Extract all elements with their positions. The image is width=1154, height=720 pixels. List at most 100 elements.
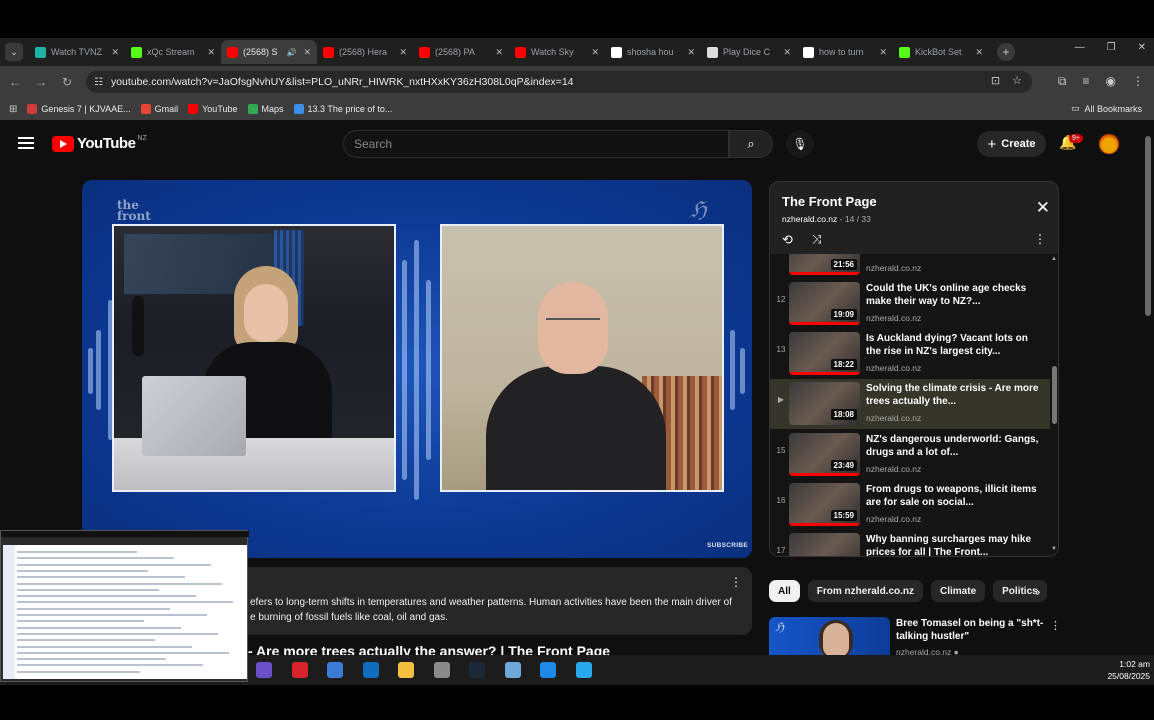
profile-icon[interactable]: ◉ <box>1106 74 1116 89</box>
chevron-right-icon[interactable]: › <box>1036 584 1040 599</box>
playlist-item-thumbnail[interactable]: 21:56 <box>789 254 860 275</box>
tab-close-icon[interactable]: ✕ <box>495 47 503 58</box>
playlist-item-thumbnail[interactable]: 15:59 <box>789 483 860 526</box>
address-bar[interactable]: ☷ youtube.com/watch?v=JaOfsgNvhUY&list=P… <box>86 71 1032 93</box>
forward-icon[interactable]: → <box>30 75 52 89</box>
app-feather-icon[interactable] <box>433 662 450 678</box>
playlist-item-thumbnail[interactable]: 19:09 <box>789 282 860 325</box>
browser-menu-icon[interactable]: ⋮ <box>1132 74 1144 89</box>
install-icon[interactable]: ⊡ <box>991 74 1000 87</box>
playlist-item[interactable]: 15 23:49 NZ's dangerous underworld: Gangs,… <box>770 430 1050 480</box>
close-playlist-icon[interactable]: ✕ <box>1036 198 1050 218</box>
telegram-icon[interactable] <box>575 662 592 678</box>
suggested-more-icon[interactable]: ⋮ <box>1050 619 1061 632</box>
description-more-icon[interactable]: ⋮ <box>730 575 742 589</box>
browser-tab[interactable]: shosha hou ✕ <box>605 40 701 64</box>
scroll-down-icon[interactable]: ▼ <box>1051 546 1057 552</box>
account-avatar[interactable] <box>1099 134 1119 154</box>
tab-close-icon[interactable]: ✕ <box>399 47 407 58</box>
filter-chip[interactable]: All <box>769 580 800 602</box>
new-tab-button[interactable]: + <box>997 43 1015 61</box>
playlist-item[interactable]: 1121:56turning point for NZ trade...nzhe… <box>770 254 1050 279</box>
browser-tab[interactable]: (2568) S 🔊 ✕ <box>221 40 317 64</box>
tab-audio-icon[interactable]: 🔊 <box>286 48 296 57</box>
playlist-item[interactable]: 12 19:09 Could the UK's online age checks … <box>770 279 1050 329</box>
bookmark-star-icon[interactable]: ☆ <box>1012 74 1022 87</box>
search-input[interactable]: Search <box>343 130 729 158</box>
playlist-title[interactable]: The Front Page <box>782 194 877 209</box>
bookmark-item[interactable]: YouTube <box>188 104 238 114</box>
playlist-item[interactable]: 16 15:59 From drugs to weapons, illicit it… <box>770 480 1050 530</box>
page-scrollbar[interactable] <box>1142 120 1154 655</box>
tab-close-icon[interactable]: ✕ <box>687 47 695 58</box>
site-info-icon[interactable]: ☷ <box>94 77 103 88</box>
tab-close-icon[interactable]: ✕ <box>111 47 119 58</box>
loop-playlist-icon[interactable]: ⟲ <box>782 232 793 248</box>
tab-search-icon[interactable]: ⌄ <box>5 43 23 61</box>
guide-menu-icon[interactable] <box>18 137 34 149</box>
playlist-item-thumbnail[interactable]: 23:49 <box>789 433 860 476</box>
reload-icon[interactable]: ↻ <box>56 75 78 89</box>
playlist-item[interactable]: ▶ 18:08 Solving the climate crisis - Are m… <box>770 379 1050 429</box>
playlist-menu-icon[interactable]: ⋮ <box>1034 232 1046 246</box>
waveform-bar <box>730 330 735 410</box>
file-explorer-icon[interactable] <box>398 662 414 678</box>
tab-close-icon[interactable]: ✕ <box>975 47 983 58</box>
apps-grid-icon[interactable]: ⊞ <box>9 104 17 115</box>
close-window-icon[interactable]: ✕ <box>1138 42 1146 53</box>
playlist-item[interactable]: 13 18:22 Is Auckland dying? Vacant lots on… <box>770 329 1050 379</box>
back-icon[interactable]: ← <box>4 75 26 89</box>
playlist-item[interactable]: 17 Why banning surcharges may hike prices… <box>770 530 1050 556</box>
app-red-icon[interactable] <box>291 662 308 678</box>
notepad-icon[interactable] <box>504 662 521 678</box>
playlist-item-thumbnail[interactable] <box>789 533 860 556</box>
playlist-item-thumbnail[interactable]: 18:08 <box>789 382 860 425</box>
youtube-masthead: YouTube NZ Search ⌕ 🎙 + Create 🔔 9+ <box>0 120 1154 168</box>
filter-chip[interactable]: From nzherald.co.nz <box>807 580 924 602</box>
subscribe-watermark[interactable]: SUBSCRIBE <box>707 542 748 549</box>
tab-close-icon[interactable]: ✕ <box>303 47 311 58</box>
steam-icon[interactable] <box>469 662 485 678</box>
bookmark-item[interactable]: 13.3 The price of to... <box>293 104 392 114</box>
browser-tab[interactable]: (2568) Hera ✕ <box>317 40 413 64</box>
tab-close-icon[interactable]: ✕ <box>783 47 791 58</box>
suggested-thumbnail[interactable]: ℌ <box>769 617 890 655</box>
browser-tab[interactable]: (2568) PA ✕ <box>413 40 509 64</box>
browser-tab[interactable]: Watch Sky ✕ <box>509 40 605 64</box>
app-purple-icon[interactable] <box>256 662 272 678</box>
bookmark-item[interactable]: Maps <box>247 104 284 114</box>
tab-close-icon[interactable]: ✕ <box>207 47 215 58</box>
browser-tab[interactable]: KickBot Set ✕ <box>893 40 989 64</box>
outlook-icon[interactable] <box>362 662 379 678</box>
browser-tab[interactable]: xQc Stream ✕ <box>125 40 221 64</box>
create-button[interactable]: + Create <box>977 131 1046 157</box>
app-blue-icon[interactable] <box>540 662 556 678</box>
video-player[interactable]: the front page ℌ SUBSCRIBE <box>82 180 752 558</box>
scroll-up-icon[interactable]: ▲ <box>1051 256 1057 262</box>
media-controls-icon[interactable]: ≡ <box>1083 74 1090 89</box>
tab-close-icon[interactable]: ✕ <box>879 47 887 58</box>
filter-chip[interactable]: Climate <box>931 580 986 602</box>
bookmark-item[interactable]: Genesis 7 | KJVAAE... <box>27 104 131 114</box>
voice-search-button[interactable]: 🎙 <box>786 130 814 158</box>
bookmark-favicon-icon <box>140 104 151 114</box>
suggested-video[interactable]: ℌ Bree Tomasel on being a "sh*t-talking … <box>769 617 1061 655</box>
maximize-icon[interactable]: ❐ <box>1107 42 1116 53</box>
bookmark-item[interactable]: Gmail <box>140 104 178 114</box>
all-bookmarks-button[interactable]: ▭ All Bookmarks <box>1071 103 1142 114</box>
browser-tab[interactable]: Watch TVNZ ✕ <box>29 40 125 64</box>
search-button[interactable]: ⌕ <box>729 130 773 158</box>
browser-tab[interactable]: Play Dice C ✕ <box>701 40 797 64</box>
youtube-logo[interactable]: YouTube NZ <box>52 135 147 152</box>
store-icon[interactable] <box>327 662 343 678</box>
extensions-icon[interactable]: ⧉ <box>1058 74 1067 89</box>
browser-tab[interactable]: how to turn ✕ <box>797 40 893 64</box>
suggested-title[interactable]: Bree Tomasel on being a "sh*t-talking hu… <box>896 617 1044 643</box>
shuffle-icon[interactable]: ⤨ <box>812 232 822 247</box>
playlist-item-thumbnail[interactable]: 18:22 <box>789 332 860 375</box>
minimize-icon[interactable]: — <box>1075 42 1085 53</box>
tab-close-icon[interactable]: ✕ <box>591 47 599 58</box>
window-preview-thumbnail[interactable] <box>0 530 249 682</box>
playlist-scrollbar[interactable]: ▲ ▼ <box>1051 254 1058 556</box>
system-clock[interactable]: 1:02 am 25/08/2025 <box>1100 658 1150 682</box>
